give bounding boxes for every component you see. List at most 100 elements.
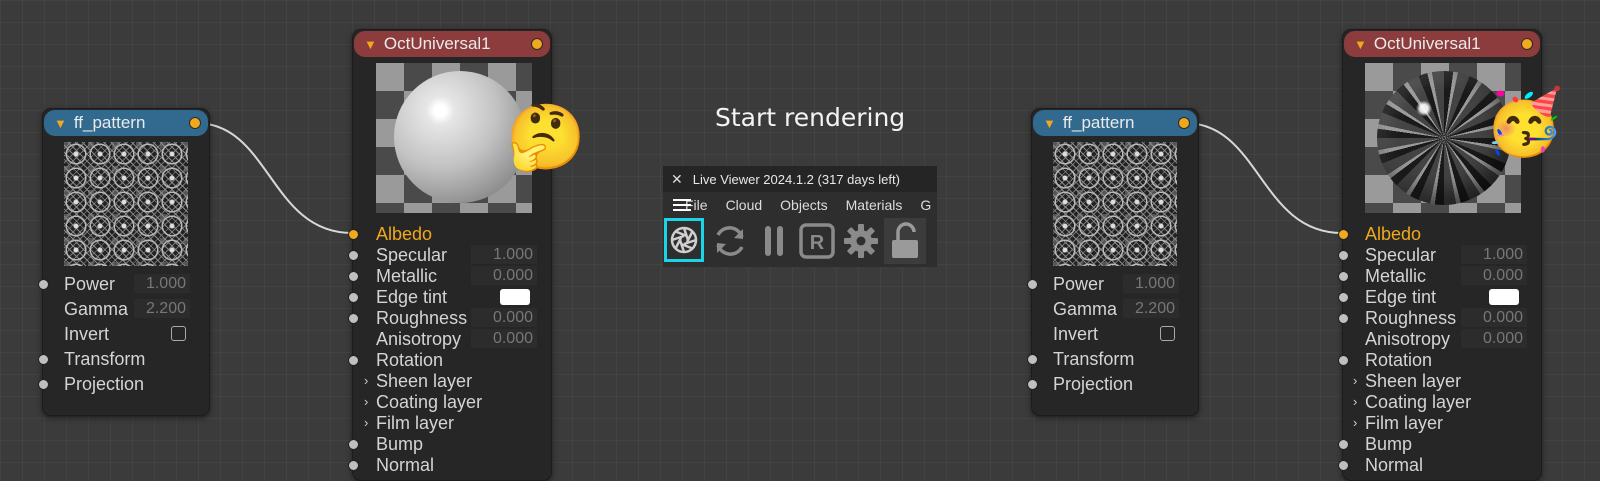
input-pin-projection[interactable]: [1027, 379, 1038, 390]
unlock-icon: [892, 222, 918, 258]
expand-chevron-icon[interactable]: ›: [364, 394, 368, 409]
param-value-gamma[interactable]: 2.200: [1123, 299, 1179, 318]
param-value-anisotropy[interactable]: 0.000: [471, 329, 537, 348]
invert-checkbox[interactable]: [1160, 326, 1175, 341]
node-header[interactable]: ▼ ff_pattern: [44, 110, 208, 136]
param-label-normal: Normal: [1365, 454, 1424, 475]
param-value-specular[interactable]: 1.000: [1461, 245, 1527, 264]
settings-button[interactable]: [840, 220, 882, 262]
edge-tint-color-swatch[interactable]: [1489, 289, 1519, 305]
menu-cloud[interactable]: Cloud: [726, 197, 763, 213]
param-label-normal: Normal: [376, 454, 435, 475]
menu-materials[interactable]: Materials: [846, 197, 903, 213]
close-icon[interactable]: ✕: [671, 171, 683, 188]
ff-pattern-node-right[interactable]: ▼ ff_pattern Power 1.000 Gamma 2.200 Inv…: [1027, 108, 1199, 416]
menu-overflow[interactable]: G: [920, 197, 931, 213]
param-label-roughness: Roughness: [376, 307, 468, 328]
param-value-specular[interactable]: 1.000: [471, 245, 537, 264]
param-label-bump: Bump: [1365, 433, 1413, 454]
section-film-layer[interactable]: Film layer: [1365, 413, 1443, 433]
collapse-triangle-icon[interactable]: ▼: [1354, 37, 1367, 52]
pause-render-icon: [765, 226, 783, 256]
input-pin-rotation[interactable]: [348, 355, 359, 366]
input-pin-bump[interactable]: [348, 439, 359, 450]
param-value-metallic[interactable]: 0.000: [471, 266, 537, 285]
viewer-titlebar[interactable]: ✕ Live Viewer 2024.1.2 (317 days left): [663, 166, 937, 192]
input-pin-normal[interactable]: [348, 460, 359, 471]
input-pin-albedo[interactable]: [1338, 229, 1349, 240]
param-label-projection: Projection: [64, 373, 145, 394]
input-pin-transform[interactable]: [38, 354, 49, 365]
expand-chevron-icon[interactable]: ›: [1353, 394, 1357, 409]
output-pin[interactable]: [531, 38, 543, 50]
param-value-power[interactable]: 1.000: [134, 274, 190, 293]
param-label-edge-tint: Edge tint: [376, 286, 448, 307]
section-coating-layer[interactable]: Coating layer: [1365, 392, 1471, 412]
collapse-triangle-icon[interactable]: ▼: [54, 116, 67, 131]
pattern-thumbnail: [64, 142, 188, 266]
param-label-invert: Invert: [1053, 323, 1099, 344]
param-label-gamma: Gamma: [1053, 298, 1118, 319]
input-pin-metallic[interactable]: [1338, 271, 1349, 282]
wire-right: [1184, 122, 1343, 234]
input-pin-power[interactable]: [38, 279, 49, 290]
output-pin[interactable]: [1178, 117, 1190, 129]
input-pin-roughness[interactable]: [348, 313, 359, 324]
param-value-metallic[interactable]: 0.000: [1461, 266, 1527, 285]
svg-text:R: R: [810, 232, 825, 254]
section-film-layer[interactable]: Film layer: [376, 413, 454, 433]
expand-chevron-icon[interactable]: ›: [1353, 373, 1357, 388]
expand-chevron-icon[interactable]: ›: [1353, 415, 1357, 430]
ff-pattern-node-left[interactable]: ▼ ff_pattern Power 1.000 Gamma 2.200 Inv…: [38, 108, 210, 416]
input-pin-edge-tint[interactable]: [1338, 292, 1349, 303]
input-pin-power[interactable]: [1027, 279, 1038, 290]
param-label-rotation: Rotation: [1365, 349, 1433, 370]
param-label-transform: Transform: [64, 348, 146, 369]
party-face-emoji: 🥳: [1484, 86, 1564, 158]
output-pin[interactable]: [1521, 38, 1533, 50]
input-pin-specular[interactable]: [348, 250, 359, 261]
param-label-bump: Bump: [376, 433, 424, 454]
input-pin-rotation[interactable]: [1338, 355, 1349, 366]
invert-checkbox[interactable]: [171, 326, 186, 341]
param-value-gamma[interactable]: 2.200: [134, 299, 190, 318]
start-render-button[interactable]: [664, 218, 704, 262]
restart-render-icon: [716, 226, 744, 256]
node-header[interactable]: ▼ ff_pattern: [1033, 110, 1197, 136]
section-sheen-layer[interactable]: Sheen layer: [1365, 371, 1461, 391]
param-value-roughness[interactable]: 0.000: [471, 308, 537, 327]
param-label-anisotropy: Anisotropy: [376, 328, 462, 349]
input-pin-roughness[interactable]: [1338, 313, 1349, 324]
input-pin-bump[interactable]: [1338, 439, 1349, 450]
collapse-triangle-icon[interactable]: ▼: [364, 37, 377, 52]
input-pin-transform[interactable]: [1027, 354, 1038, 365]
param-label-power: Power: [64, 273, 116, 294]
input-pin-projection[interactable]: [38, 379, 49, 390]
collapse-triangle-icon[interactable]: ▼: [1043, 116, 1056, 131]
node-header[interactable]: ▼ OctUniversal1: [354, 31, 550, 57]
expand-chevron-icon[interactable]: ›: [364, 415, 368, 430]
param-label-invert: Invert: [64, 323, 110, 344]
node-header[interactable]: ▼ OctUniversal1: [1344, 31, 1540, 57]
input-pin-specular[interactable]: [1338, 250, 1349, 261]
input-pin-edge-tint[interactable]: [348, 292, 359, 303]
restart-render-button[interactable]: [709, 220, 751, 262]
param-value-roughness[interactable]: 0.000: [1461, 308, 1527, 327]
param-value-anisotropy[interactable]: 0.000: [1461, 329, 1527, 348]
input-pin-metallic[interactable]: [348, 271, 359, 282]
live-viewer-window[interactable]: ✕ Live Viewer 2024.1.2 (317 days left) F…: [663, 166, 937, 267]
section-coating-layer[interactable]: Coating layer: [376, 392, 482, 412]
menu-objects[interactable]: Objects: [780, 197, 827, 213]
wire-left: [195, 122, 353, 234]
oct-universal-node-left[interactable]: ▼ OctUniversal1 Albedo Specular 1.000 Me…: [348, 29, 552, 481]
output-pin[interactable]: [189, 117, 201, 129]
pause-render-button[interactable]: [753, 220, 795, 262]
input-pin-normal[interactable]: [1338, 460, 1349, 471]
section-sheen-layer[interactable]: Sheen layer: [376, 371, 472, 391]
edge-tint-color-swatch[interactable]: [500, 289, 530, 305]
expand-chevron-icon[interactable]: ›: [364, 373, 368, 388]
param-value-power[interactable]: 1.000: [1123, 274, 1179, 293]
region-render-button[interactable]: R: [796, 220, 838, 262]
input-pin-albedo[interactable]: [348, 229, 359, 240]
lock-button[interactable]: [884, 218, 926, 264]
